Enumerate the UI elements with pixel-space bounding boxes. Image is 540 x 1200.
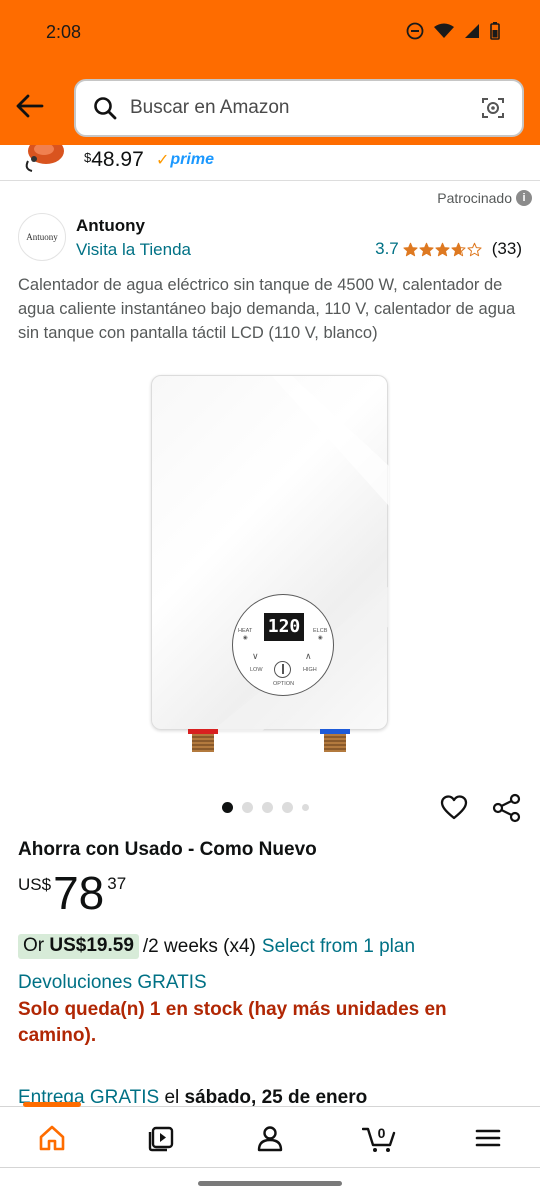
signal-icon [465,24,479,38]
heat-label: HEAT [238,628,253,634]
share-icon[interactable] [492,793,522,823]
back-arrow-icon [16,94,44,118]
status-time: 2:08 [46,22,82,42]
installment-pill: Or US$19.59 [18,934,139,959]
installment-terms: /2 weeks (x4) [142,935,256,957]
select-plan-link[interactable]: Select from 1 plan [262,936,415,958]
bottom-navigation: 0 [0,1102,540,1168]
previous-item-price: $48.97 [84,148,144,171]
sponsored-label[interactable]: Patrocinado i [437,190,532,206]
carousel-dot[interactable] [262,802,273,813]
camera-lens-icon[interactable] [480,95,506,121]
star-icon [435,242,450,256]
heart-icon[interactable] [440,794,468,822]
free-returns-link[interactable]: Devoluciones GRATIS [18,972,207,994]
home-icon[interactable] [37,1123,67,1153]
up-chevron-icon: ∧ [305,651,312,661]
cold-inlet-pipe [320,729,350,753]
menu-icon[interactable] [473,1123,503,1153]
elcb-indicator-icon: ◉ [318,635,323,641]
control-panel: 120 HEAT ◉ ELCB ◉ ∨ LOW ∧ HIGH OPTION [232,594,334,696]
app-header: 2:08 Buscar en Amazon [0,0,540,145]
search-icon [92,95,118,121]
info-icon: i [516,190,532,206]
carousel-dot[interactable] [222,802,233,813]
heat-indicator-icon: ◉ [243,635,248,641]
low-label: LOW [250,667,263,673]
gesture-bar[interactable] [198,1181,342,1186]
back-button[interactable] [12,88,48,124]
price-whole: 78 [53,867,105,919]
account-icon[interactable] [255,1123,285,1153]
price: US$ 78 37 [18,866,126,920]
down-chevron-icon: ∨ [252,651,259,661]
carousel-dots[interactable] [222,802,309,813]
status-icons [406,22,500,40]
delivery-connector: el [164,1087,180,1108]
battery-icon [490,22,500,40]
high-label: HIGH [303,667,317,673]
used-offer-heading[interactable]: Ahorra con Usado - Como Nuevo [18,839,317,861]
wifi-icon [434,23,454,38]
star-icon [451,242,466,256]
active-tab-indicator [23,1102,81,1107]
do-not-disturb-icon [406,22,424,40]
star-rating [403,242,482,257]
product-image[interactable]: 120 HEAT ◉ ELCB ◉ ∨ LOW ∧ HIGH OPTION [140,372,400,762]
svg-text:0: 0 [378,1125,386,1141]
lcd-display: 120 [264,613,304,641]
price-currency: US$ [18,875,52,894]
prime-badge: ✓ prime [156,151,214,169]
star-icon [419,242,434,256]
cart-icon[interactable]: 0 [362,1123,396,1153]
prime-check-icon: ✓ [156,152,170,169]
rating-summary[interactable]: 3.7 (33) [375,239,522,259]
stock-status: Solo queda(n) 1 en stock (hay más unidad… [18,999,447,1046]
carousel-dot[interactable] [302,804,309,811]
search-input[interactable]: Buscar en Amazon [130,97,480,119]
product-title: Calentador de agua eléctrico sin tanque … [18,276,516,342]
product-thumbnail [25,145,64,172]
visit-store-link[interactable]: Visita la Tienda [76,240,191,260]
star-icon [403,242,418,256]
star-icon [467,242,482,256]
rating-count: (33) [491,239,522,258]
heater-body: 120 HEAT ◉ ELCB ◉ ∨ LOW ∧ HIGH OPTION [151,375,389,731]
option-label: OPTION [273,681,295,687]
video-icon[interactable] [146,1123,176,1153]
installment-offer: Or US$19.59 /2 weeks (x4) Select from 1 … [18,934,415,959]
rating-value: 3.7 [375,239,399,258]
carousel-dot[interactable] [282,802,293,813]
delivery-date: sábado, 25 de enero [184,1087,368,1108]
previous-item-strip[interactable]: $48.97 ✓ prime [0,145,540,181]
elcb-label: ELCB [313,628,328,634]
carousel-dot[interactable] [242,802,253,813]
hot-inlet-pipe [188,729,218,753]
price-fraction: 37 [107,874,127,893]
power-icon [274,661,291,678]
brand-logo[interactable]: Antuony [18,213,66,261]
search-bar[interactable]: Buscar en Amazon [74,79,524,137]
brand-name: Antuony [76,216,145,235]
